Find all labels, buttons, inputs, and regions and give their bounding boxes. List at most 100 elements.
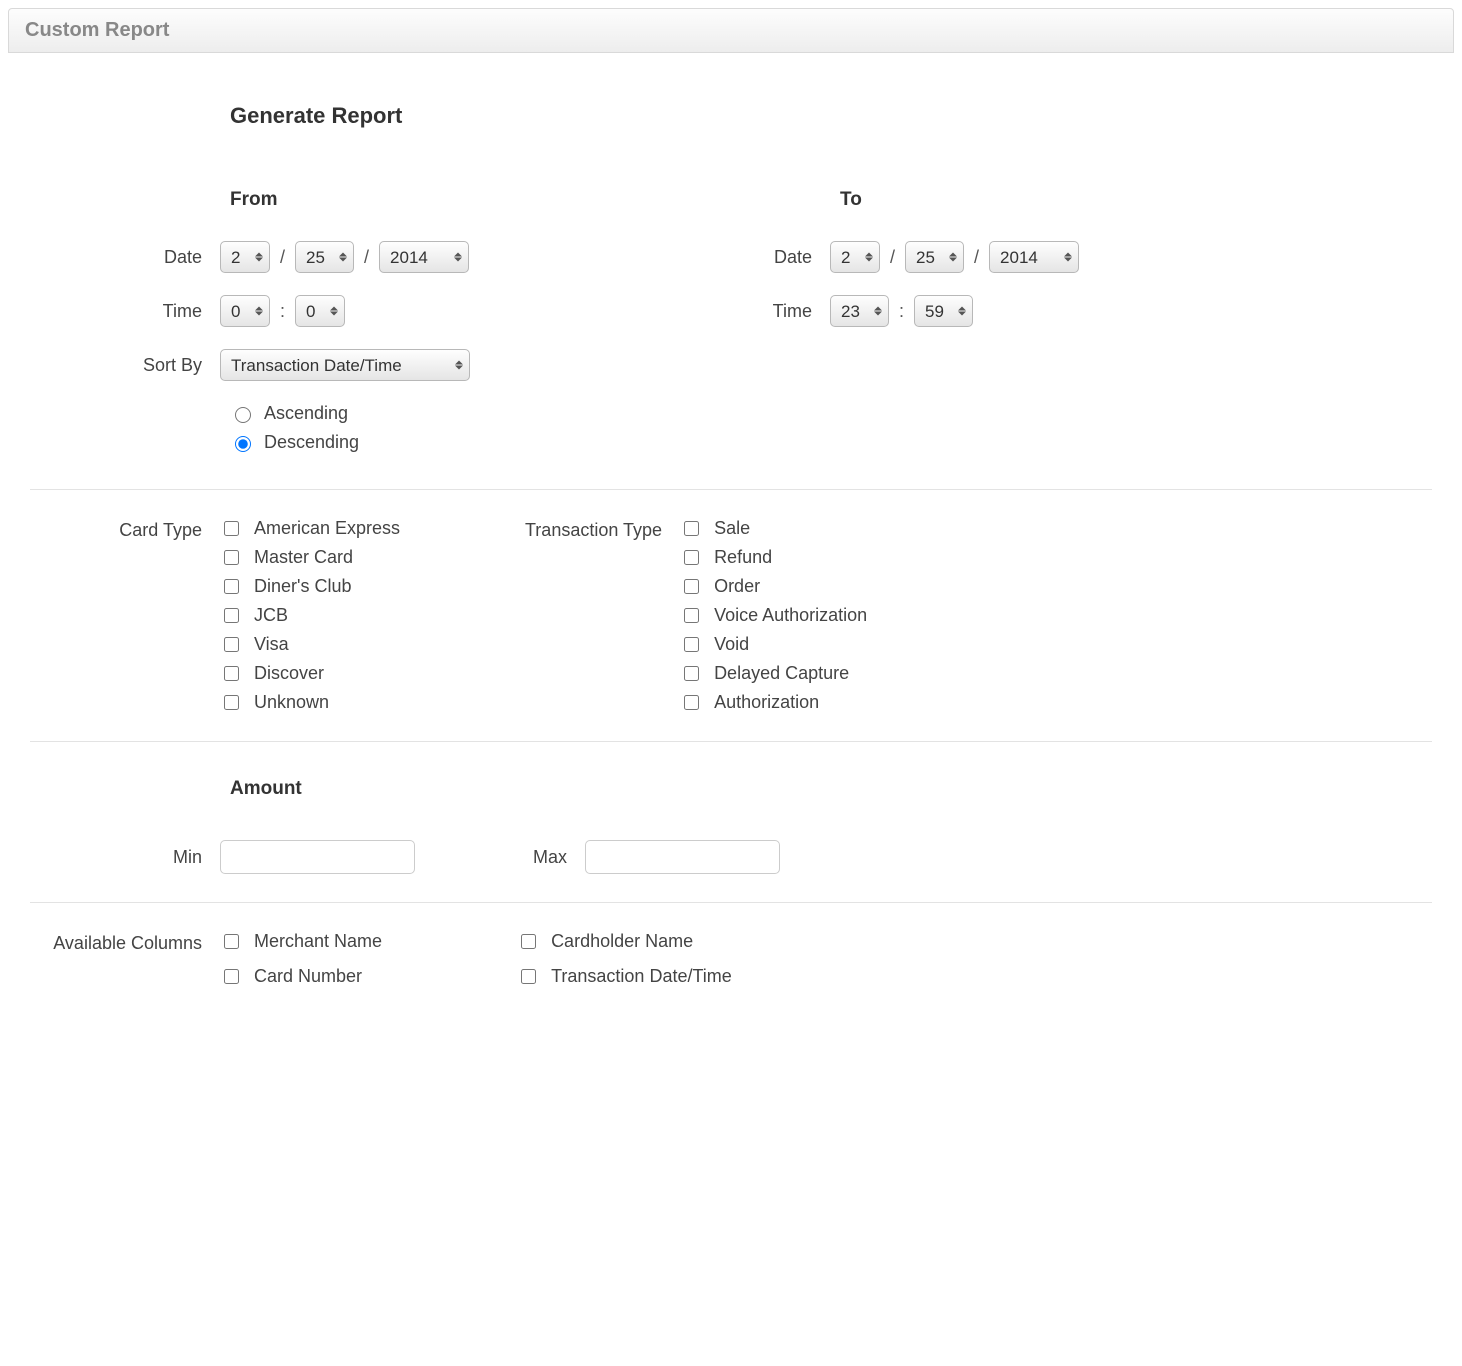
available-column-item-label[interactable]: Merchant Name <box>254 931 382 952</box>
transaction-type-item-label[interactable]: Order <box>714 576 760 597</box>
amount-max-label: Max <box>495 847 585 868</box>
descending-radio[interactable] <box>235 436 251 452</box>
card-type-checkbox[interactable] <box>224 695 239 710</box>
card-type-item-label[interactable]: Master Card <box>254 547 353 568</box>
transaction-type-checkbox[interactable] <box>684 666 699 681</box>
transaction-type-item: Sale <box>680 518 867 539</box>
available-columns-label: Available Columns <box>30 931 220 987</box>
divider <box>30 741 1432 742</box>
to-time-row: Time 23 : 59 <box>610 295 1190 327</box>
colon-separator: : <box>280 301 285 322</box>
transaction-type-item-label[interactable]: Sale <box>714 518 750 539</box>
card-type-label: Card Type <box>30 518 220 713</box>
from-month-select[interactable]: 2 <box>220 241 270 273</box>
card-type-checkbox[interactable] <box>224 579 239 594</box>
slash-separator: / <box>364 247 369 268</box>
sort-by-row: Sort By Transaction Date/Time <box>30 349 610 381</box>
transaction-type-checkbox[interactable] <box>684 521 699 536</box>
available-column-checkbox[interactable] <box>224 934 239 949</box>
transaction-type-label: Transaction Type <box>490 518 680 713</box>
available-column-item-label[interactable]: Cardholder Name <box>551 931 693 952</box>
card-type-item-label[interactable]: Diner's Club <box>254 576 351 597</box>
available-column-item-label[interactable]: Transaction Date/Time <box>551 966 732 987</box>
card-type-item-label[interactable]: JCB <box>254 605 288 626</box>
transaction-type-checkbox[interactable] <box>684 608 699 623</box>
card-type-checkbox[interactable] <box>224 608 239 623</box>
amount-max-input[interactable] <box>585 840 780 874</box>
card-type-item: Visa <box>220 634 400 655</box>
transaction-type-item-label[interactable]: Delayed Capture <box>714 663 849 684</box>
from-time-label: Time <box>30 301 220 322</box>
divider <box>30 902 1432 903</box>
slash-separator: / <box>974 247 979 268</box>
slash-separator: / <box>280 247 285 268</box>
from-hour-select[interactable]: 0 <box>220 295 270 327</box>
transaction-type-checkbox[interactable] <box>684 579 699 594</box>
amount-row: Min Max <box>30 840 1432 874</box>
card-type-checkbox[interactable] <box>224 521 239 536</box>
available-column-checkbox[interactable] <box>224 969 239 984</box>
card-type-item: JCB <box>220 605 400 626</box>
to-time-label: Time <box>610 301 830 322</box>
from-minute-select[interactable]: 0 <box>295 295 345 327</box>
sort-direction-group: Ascending Descending <box>230 403 610 453</box>
ascending-radio[interactable] <box>235 407 251 423</box>
available-column-item: Cardholder Name <box>517 931 732 952</box>
from-column: From Date 2 / 25 / 2014 <box>30 189 610 461</box>
available-column-item: Card Number <box>220 966 382 987</box>
from-year-select[interactable]: 2014 <box>379 241 469 273</box>
card-type-item: Discover <box>220 663 400 684</box>
available-column-checkbox[interactable] <box>521 969 536 984</box>
slash-separator: / <box>890 247 895 268</box>
transaction-type-item: Authorization <box>680 692 867 713</box>
to-day-select[interactable]: 25 <box>905 241 964 273</box>
transaction-type-item: Refund <box>680 547 867 568</box>
content-area: Generate Report From Date 2 / 25 / <box>0 53 1462 1017</box>
transaction-type-item-label[interactable]: Void <box>714 634 749 655</box>
transaction-type-item: Void <box>680 634 867 655</box>
card-type-checkbox[interactable] <box>224 666 239 681</box>
card-type-items: American Express Master Card Diner's Club J… <box>220 518 400 713</box>
card-type-item-label[interactable]: Discover <box>254 663 324 684</box>
from-day-select[interactable]: 25 <box>295 241 354 273</box>
ascending-label[interactable]: Ascending <box>264 403 348 424</box>
card-type-item: American Express <box>220 518 400 539</box>
available-columns-section: Available Columns Merchant Name Card Numb… <box>30 931 1432 987</box>
to-minute-select[interactable]: 59 <box>914 295 973 327</box>
transaction-type-item-label[interactable]: Authorization <box>714 692 819 713</box>
transaction-type-items: Sale Refund Order Voice Authorization Void De… <box>680 518 867 713</box>
available-columns-col2: Cardholder Name Transaction Date/Time <box>517 931 732 987</box>
amount-min-input[interactable] <box>220 840 415 874</box>
to-date-row: Date 2 / 25 / 2014 <box>610 241 1190 273</box>
card-type-item: Master Card <box>220 547 400 568</box>
available-column-item-label[interactable]: Card Number <box>254 966 362 987</box>
panel-title: Custom Report <box>25 19 1437 42</box>
card-type-item-label[interactable]: Visa <box>254 634 289 655</box>
available-column-item: Merchant Name <box>220 931 382 952</box>
to-label: To <box>840 189 1190 211</box>
transaction-type-checkbox[interactable] <box>684 695 699 710</box>
from-date-row: Date 2 / 25 / 2014 <box>30 241 610 273</box>
from-time-row: Time 0 : 0 <box>30 295 610 327</box>
descending-label[interactable]: Descending <box>264 432 359 453</box>
transaction-type-item-label[interactable]: Voice Authorization <box>714 605 867 626</box>
available-column-checkbox[interactable] <box>521 934 536 949</box>
card-type-checkbox[interactable] <box>224 637 239 652</box>
to-month-select[interactable]: 2 <box>830 241 880 273</box>
transaction-type-item-label[interactable]: Refund <box>714 547 772 568</box>
card-type-checkbox[interactable] <box>224 550 239 565</box>
available-columns-col1: Merchant Name Card Number <box>220 931 382 987</box>
card-type-item-label[interactable]: Unknown <box>254 692 329 713</box>
transaction-type-checkbox[interactable] <box>684 550 699 565</box>
divider <box>30 489 1432 490</box>
to-hour-select[interactable]: 23 <box>830 295 889 327</box>
transaction-type-checkbox[interactable] <box>684 637 699 652</box>
sort-by-select[interactable]: Transaction Date/Time <box>220 349 470 381</box>
sort-by-label: Sort By <box>30 355 220 376</box>
card-type-column: Card Type American Express Master Card Din… <box>30 518 400 713</box>
panel-header: Custom Report <box>8 8 1454 53</box>
to-year-select[interactable]: 2014 <box>989 241 1079 273</box>
filters-section: Card Type American Express Master Card Din… <box>30 518 1432 713</box>
card-type-item-label[interactable]: American Express <box>254 518 400 539</box>
date-range-section: From Date 2 / 25 / 2014 <box>30 189 1432 461</box>
